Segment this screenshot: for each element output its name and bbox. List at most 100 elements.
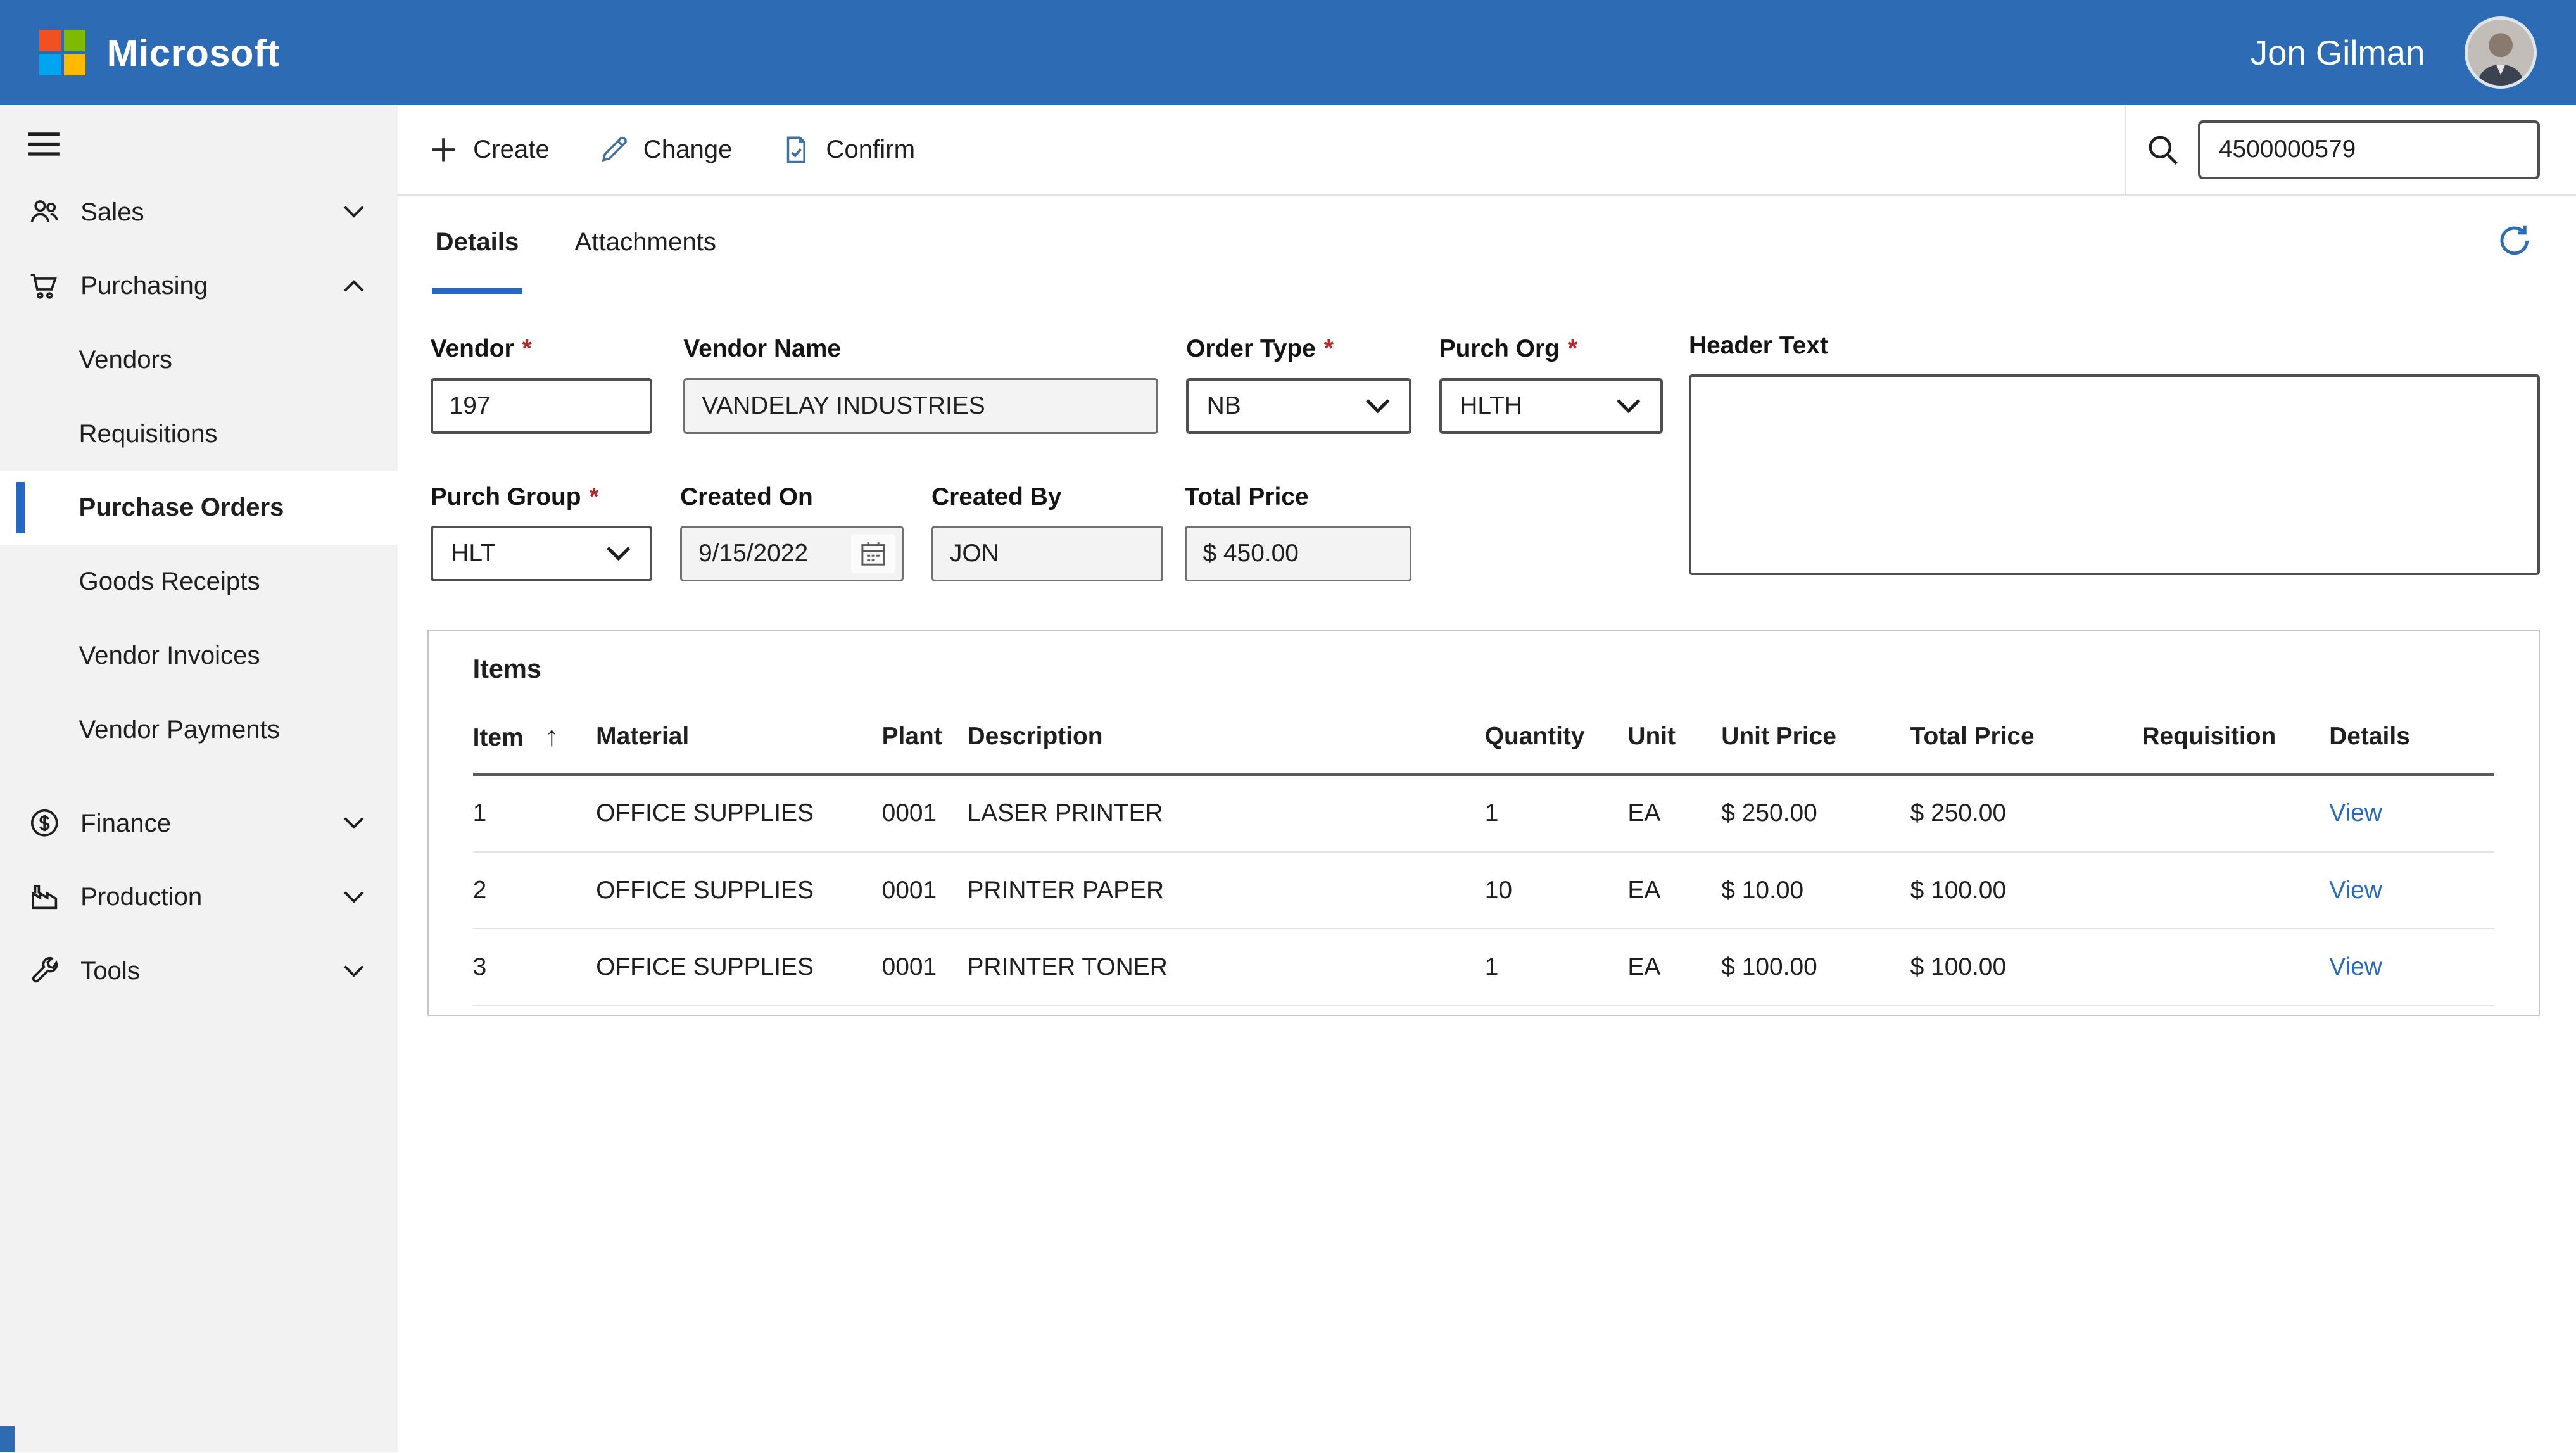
header-text-field: Header Text	[1689, 332, 2540, 581]
app-window: Microsoft Jon Gilman	[0, 0, 2576, 1452]
sidebar-item-goods-receipts[interactable]: Goods Receipts	[0, 545, 398, 619]
purch-org-field: Purch Org * HLTH	[1439, 335, 1663, 434]
view-details-link[interactable]: View	[2329, 877, 2382, 904]
refresh-button[interactable]	[2496, 222, 2534, 260]
column-header-details[interactable]: Details	[2329, 701, 2494, 775]
cell-item: 2	[473, 852, 597, 929]
brand-title: Microsoft	[107, 31, 280, 75]
column-header-total-price[interactable]: Total Price	[1910, 701, 2142, 775]
factory-icon	[27, 879, 63, 915]
sidebar-item-label: Goods Receipts	[79, 567, 260, 596]
created-by-label: Created By	[931, 483, 1163, 511]
chevron-down-icon	[1365, 398, 1391, 414]
sidebar-item-tools[interactable]: Tools	[0, 934, 398, 1008]
cell-unit-price: $ 100.00	[1721, 929, 1910, 1006]
sidebar-menu: Sales Purchasing Ve	[0, 175, 398, 1008]
menu-toggle-button[interactable]	[0, 105, 61, 175]
order-type-select[interactable]: NB	[1186, 378, 1411, 434]
required-marker: *	[1324, 335, 1334, 362]
order-type-label: Order Type	[1186, 335, 1316, 362]
plus-icon	[429, 135, 458, 165]
sidebar-item-vendors[interactable]: Vendors	[0, 323, 398, 397]
search-button[interactable]	[2145, 132, 2180, 167]
cell-total-price: $ 100.00	[1910, 929, 2142, 1006]
tab-bar: Details Attachments	[398, 196, 2576, 295]
sidebar-item-vendor-payments[interactable]: Vendor Payments	[0, 692, 398, 766]
purch-org-label: Purch Org	[1439, 335, 1560, 362]
column-header-unit[interactable]: Unit	[1627, 701, 1721, 775]
purch-group-select[interactable]: HLT	[431, 526, 652, 581]
view-details-link[interactable]: View	[2329, 799, 2382, 827]
sidebar-item-label: Vendor Payments	[79, 715, 280, 744]
cell-unit: EA	[1627, 775, 1721, 852]
required-marker: *	[1568, 335, 1577, 362]
column-header-material[interactable]: Material	[596, 701, 881, 775]
sidebar-item-vendor-invoices[interactable]: Vendor Invoices	[0, 619, 398, 693]
cell-requisition	[2142, 929, 2329, 1006]
cell-material: OFFICE SUPPLIES	[596, 929, 881, 1006]
search-input[interactable]	[2198, 120, 2540, 179]
active-indicator	[16, 482, 25, 533]
column-header-item[interactable]: Item↑	[473, 701, 597, 775]
cell-quantity: 1	[1485, 775, 1628, 852]
order-type-value: NB	[1207, 392, 1241, 420]
sidebar-item-label: Tools	[80, 956, 140, 986]
total-price-input	[1185, 526, 1411, 581]
change-button[interactable]: Change	[599, 135, 733, 165]
cell-plant: 0001	[882, 852, 968, 929]
column-header-quantity[interactable]: Quantity	[1485, 701, 1628, 775]
dollar-circle-icon	[27, 805, 63, 841]
column-header-plant[interactable]: Plant	[882, 701, 968, 775]
chevron-down-icon	[1615, 398, 1642, 414]
cell-unit: EA	[1627, 852, 1721, 929]
cell-requisition	[2142, 775, 2329, 852]
cell-plant: 0001	[882, 929, 968, 1006]
toolbar-divider	[2125, 105, 2126, 194]
column-header-description[interactable]: Description	[967, 701, 1484, 775]
confirm-button[interactable]: Confirm	[781, 135, 915, 165]
table-row: 3 OFFICE SUPPLIES 0001 PRINTER TONER 1 E…	[473, 929, 2494, 1006]
main-content: Create Change Confirm	[398, 105, 2576, 1452]
vendor-field: Vendor*	[431, 335, 652, 434]
chevron-up-icon	[343, 279, 365, 293]
items-header-row: Item↑ Material Plant Description Quantit…	[473, 701, 2494, 775]
cart-icon	[27, 268, 63, 304]
cell-plant: 0001	[882, 775, 968, 852]
search-icon	[2145, 132, 2180, 167]
cell-material: OFFICE SUPPLIES	[596, 852, 881, 929]
sidebar-item-label: Sales	[80, 198, 144, 227]
sidebar-item-purchase-orders[interactable]: Purchase Orders	[0, 471, 398, 545]
column-header-requisition[interactable]: Requisition	[2142, 701, 2329, 775]
calendar-icon[interactable]	[851, 534, 895, 573]
purch-group-field: Purch Group* HLT	[431, 483, 652, 582]
document-check-icon	[781, 135, 811, 165]
user-avatar[interactable]	[2465, 16, 2537, 89]
create-button[interactable]: Create	[429, 135, 550, 165]
column-header-unit-price[interactable]: Unit Price	[1721, 701, 1910, 775]
chevron-down-icon	[343, 891, 365, 904]
header-text-label: Header Text	[1689, 332, 2540, 360]
created-by-field: Created By	[931, 483, 1163, 582]
user-name: Jon Gilman	[2251, 33, 2425, 73]
vendor-input[interactable]	[431, 378, 652, 434]
sidebar-item-label: Vendor Invoices	[79, 641, 260, 670]
vendor-name-input	[683, 378, 1158, 434]
people-icon	[27, 194, 63, 230]
purch-org-select[interactable]: HLTH	[1439, 378, 1663, 434]
sidebar-item-requisitions[interactable]: Requisitions	[0, 397, 398, 471]
cell-material: OFFICE SUPPLIES	[596, 775, 881, 852]
tab-attachments[interactable]: Attachments	[571, 196, 719, 295]
vendor-name-field: Vendor Name	[683, 335, 1158, 434]
sidebar-item-sales[interactable]: Sales	[0, 175, 398, 249]
sidebar-item-production[interactable]: Production	[0, 860, 398, 934]
header-text-input[interactable]	[1689, 374, 2540, 575]
created-by-input	[931, 526, 1163, 581]
sidebar-item-finance[interactable]: Finance	[0, 786, 398, 860]
items-table: Item↑ Material Plant Description Quantit…	[473, 701, 2494, 1007]
sidebar-item-label: Vendors	[79, 345, 173, 374]
cell-quantity: 10	[1485, 852, 1628, 929]
purch-org-value: HLTH	[1460, 392, 1522, 420]
view-details-link[interactable]: View	[2329, 953, 2382, 980]
sidebar-item-purchasing[interactable]: Purchasing	[0, 249, 398, 323]
tab-details[interactable]: Details	[432, 196, 522, 295]
